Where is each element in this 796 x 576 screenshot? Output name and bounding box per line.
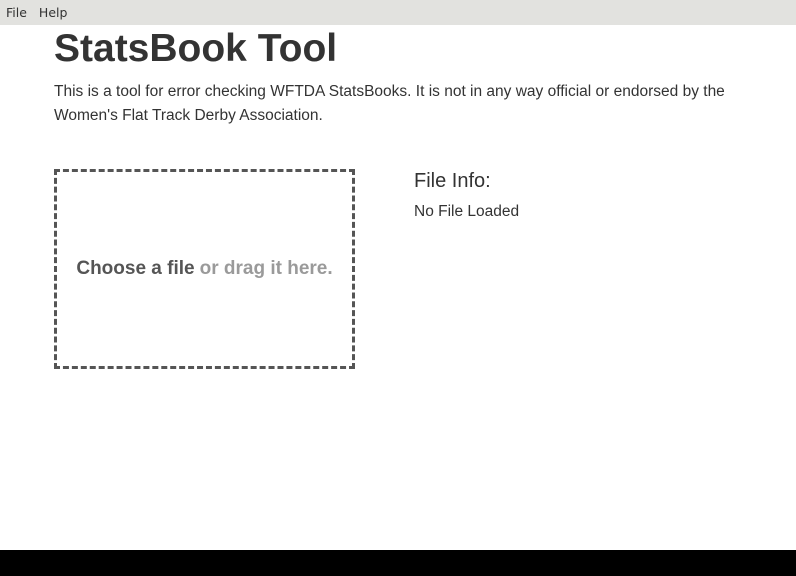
drag-hint: or drag it here. (199, 258, 333, 279)
page-title: StatsBook Tool (54, 27, 338, 70)
menu-help[interactable]: Help (33, 0, 74, 25)
menu-file[interactable]: File (0, 0, 33, 25)
intro-text: This is a tool for error checking WFTDA … (54, 83, 725, 124)
choose-file-link[interactable]: Choose a file (76, 258, 194, 280)
file-info-title: File Info: (414, 170, 491, 192)
file-info-status: No File Loaded (414, 203, 520, 220)
menu-bar: File Help (0, 0, 796, 25)
file-dropzone[interactable]: Choose a file or drag it here. (54, 169, 355, 369)
footer-bar (0, 550, 796, 576)
